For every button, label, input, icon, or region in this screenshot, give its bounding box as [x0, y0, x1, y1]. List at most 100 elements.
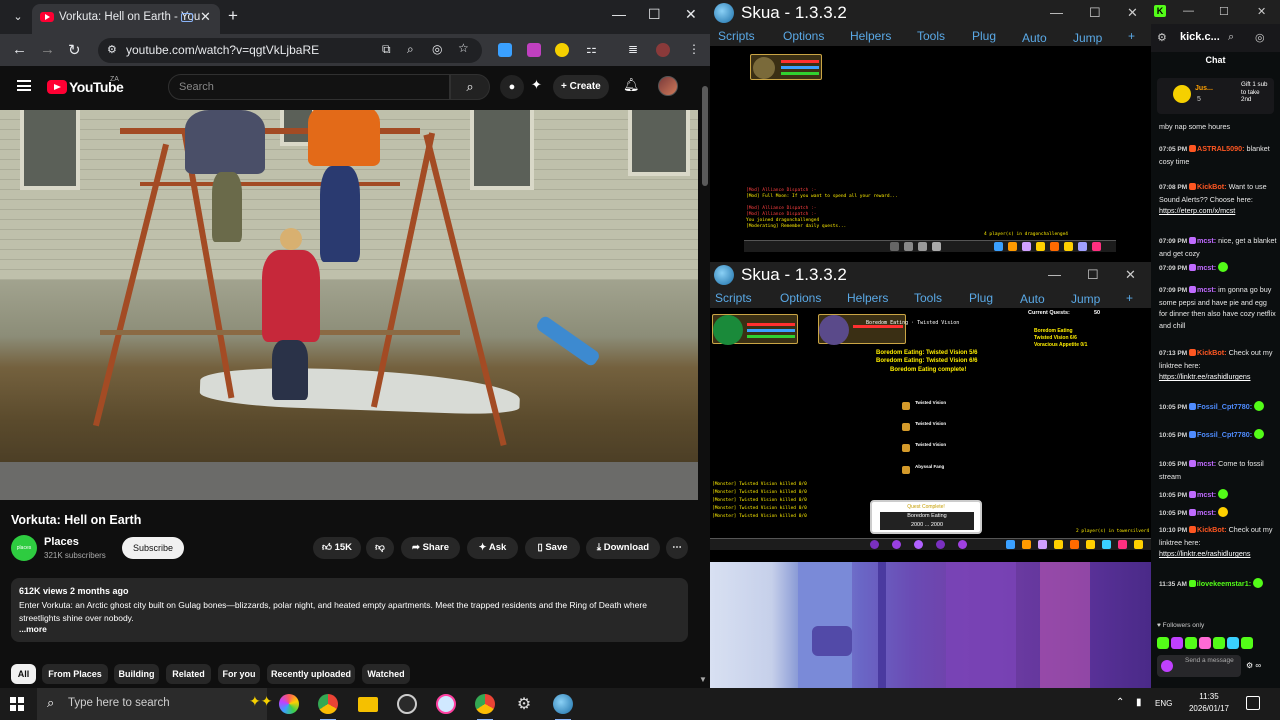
emote-icon[interactable] [1171, 637, 1183, 649]
tracking-eye-icon[interactable]: ◎ [432, 42, 442, 56]
minimize-button[interactable]: — [1050, 5, 1063, 20]
menu-slot[interactable] [1008, 242, 1017, 251]
chat-username[interactable]: Fossil_Cpt7780: [1197, 430, 1254, 439]
site-info-icon[interactable]: ⚙ [107, 43, 117, 56]
close-button[interactable]: ✕ [1257, 5, 1266, 18]
save-button[interactable]: ▯ Save [525, 537, 580, 559]
extension-icon[interactable] [527, 43, 541, 57]
chat-message-input[interactable]: Send a message [1157, 655, 1241, 677]
game-viewport[interactable]: [Mod] Alliance Dispatch :- [Mod] Full Mo… [710, 46, 1151, 262]
chat-link[interactable]: https://linktr.ee/rashidlurgens [1159, 372, 1251, 381]
skill-slot[interactable] [914, 540, 923, 549]
menu-jump[interactable]: Jump [1073, 31, 1102, 45]
menu-scripts[interactable]: Scripts [718, 29, 755, 43]
menu-helpers[interactable]: Helpers [850, 29, 891, 43]
skua-app-icon[interactable] [553, 694, 573, 720]
download-button[interactable]: ⤓ Download [586, 537, 660, 559]
description-more-link[interactable]: ...more [19, 624, 47, 634]
emote-bar[interactable] [1157, 636, 1275, 650]
network-icon[interactable]: ▮ [1136, 697, 1142, 708]
create-button[interactable]: + Create [553, 75, 609, 99]
minimize-button[interactable]: — [612, 6, 626, 22]
app-icon[interactable] [436, 694, 456, 714]
notifications-icon[interactable] [1246, 696, 1260, 710]
chrome-app-icon[interactable] [318, 694, 338, 720]
tray-overflow-icon[interactable]: ⌃ [1116, 697, 1124, 708]
emote-icon[interactable] [1241, 637, 1253, 649]
quest-drop[interactable]: Abyssal Fang [902, 464, 952, 476]
account-avatar[interactable] [658, 76, 678, 96]
quest-drop[interactable]: Twisted Vision [902, 442, 952, 454]
menu-slot[interactable] [1070, 540, 1079, 549]
close-button[interactable]: ✕ [1125, 267, 1136, 283]
chip-recently-uploaded[interactable]: Recently uploaded [267, 664, 355, 684]
tab-close-icon[interactable]: ✕ [200, 9, 211, 25]
url-text[interactable]: youtube.com/watch?v=qgtVkLjbaRE [126, 43, 319, 57]
bookmark-star-icon[interactable]: ☆ [458, 41, 469, 55]
tab-youtube[interactable]: Vorkuta: Hell on Earth - You ✕ [32, 4, 220, 34]
menu-slot[interactable] [1022, 242, 1031, 251]
skill-slot[interactable] [936, 540, 945, 549]
ask-button[interactable]: ✦ Ask [467, 537, 518, 559]
search-input[interactable]: Search [168, 74, 450, 100]
chat-username[interactable]: mcst: [1197, 236, 1218, 245]
quest-complete-popup[interactable]: Quest Complete! Boredom Eating 2000 ... 2… [870, 500, 982, 534]
chat-link[interactable]: https://eterp.com/x/mcst [1159, 206, 1235, 215]
skill-slot[interactable] [870, 540, 879, 549]
skill-slot[interactable] [892, 540, 901, 549]
skill-slot[interactable] [904, 242, 913, 251]
menu-hamburger-icon[interactable] [17, 80, 31, 91]
menu-slot[interactable] [1092, 242, 1101, 251]
menu-tools[interactable]: Tools [917, 29, 945, 43]
microphone-icon[interactable]: ● [500, 75, 524, 99]
media-controls-icon[interactable]: ≣ [628, 42, 638, 56]
minimize-button[interactable]: — [1183, 5, 1194, 17]
video-player[interactable] [0, 110, 698, 500]
menu-scripts[interactable]: Scripts [715, 291, 752, 305]
menu-auto[interactable]: Auto [1022, 31, 1047, 45]
emote-icon[interactable] [1185, 637, 1197, 649]
minimize-button[interactable]: — [1048, 267, 1061, 282]
notifications-bell-icon[interactable]: 🔔︎ [623, 77, 640, 93]
emote-icon[interactable] [1213, 637, 1225, 649]
chat-username[interactable]: mcst: [1197, 285, 1218, 294]
quest-drop[interactable]: Twisted Vision [902, 421, 952, 433]
close-button[interactable]: ✕ [685, 6, 697, 23]
menu-options[interactable]: Options [783, 29, 824, 43]
chat-username[interactable]: ilovekeemstar1: [1197, 579, 1253, 588]
menu-slot[interactable] [1036, 242, 1045, 251]
channel-name[interactable]: Places [44, 536, 79, 548]
new-tab-button[interactable]: + [228, 6, 238, 26]
tab-search-dropdown[interactable]: ⌄ [8, 7, 28, 27]
menu-slot[interactable] [1134, 540, 1143, 549]
chat-username[interactable]: mcst: [1197, 459, 1218, 468]
menu-plug[interactable]: Plug [972, 29, 996, 43]
menu-auto[interactable]: Auto [1020, 292, 1045, 306]
like-button[interactable]: 👍︎ 15K [313, 537, 361, 559]
menu-slot[interactable] [1022, 540, 1031, 549]
kick-url[interactable]: kick.c... [1180, 31, 1220, 43]
taskbar-clock[interactable]: 11:35 2026/01/17 [1186, 691, 1232, 715]
language-indicator[interactable]: ENG [1155, 699, 1172, 708]
menu-helpers[interactable]: Helpers [847, 291, 888, 305]
chip-all[interactable]: All [11, 664, 36, 684]
chat-username[interactable]: mcst: [1197, 508, 1218, 517]
search-icon[interactable]: ⌕ [1228, 31, 1234, 44]
chip-for-you[interactable]: For you [218, 664, 260, 684]
extensions-puzzle-icon[interactable]: ⚏ [586, 42, 597, 56]
menu-slot[interactable] [1064, 242, 1073, 251]
emote-icon[interactable] [1227, 637, 1239, 649]
emote-icon[interactable] [1157, 637, 1169, 649]
maximize-button[interactable]: ☐ [648, 6, 661, 23]
menu-tools[interactable]: Tools [914, 291, 942, 305]
back-arrow-icon[interactable]: ← [12, 41, 27, 58]
search-icon[interactable]: ⌕ [450, 74, 490, 100]
tab-cast-icon[interactable] [181, 13, 193, 22]
scrollbar-thumb[interactable] [702, 86, 708, 186]
skill-slot[interactable] [918, 242, 927, 251]
game-viewport[interactable]: Boredom Eating · Twisted Vision Boredom … [710, 308, 1151, 562]
maximize-button[interactable]: ☐ [1219, 5, 1229, 18]
menu-slot[interactable] [1086, 540, 1095, 549]
tracking-eye-icon[interactable]: ◎ [1255, 31, 1265, 44]
chat-username[interactable]: ASTRAL5090: [1197, 144, 1247, 153]
